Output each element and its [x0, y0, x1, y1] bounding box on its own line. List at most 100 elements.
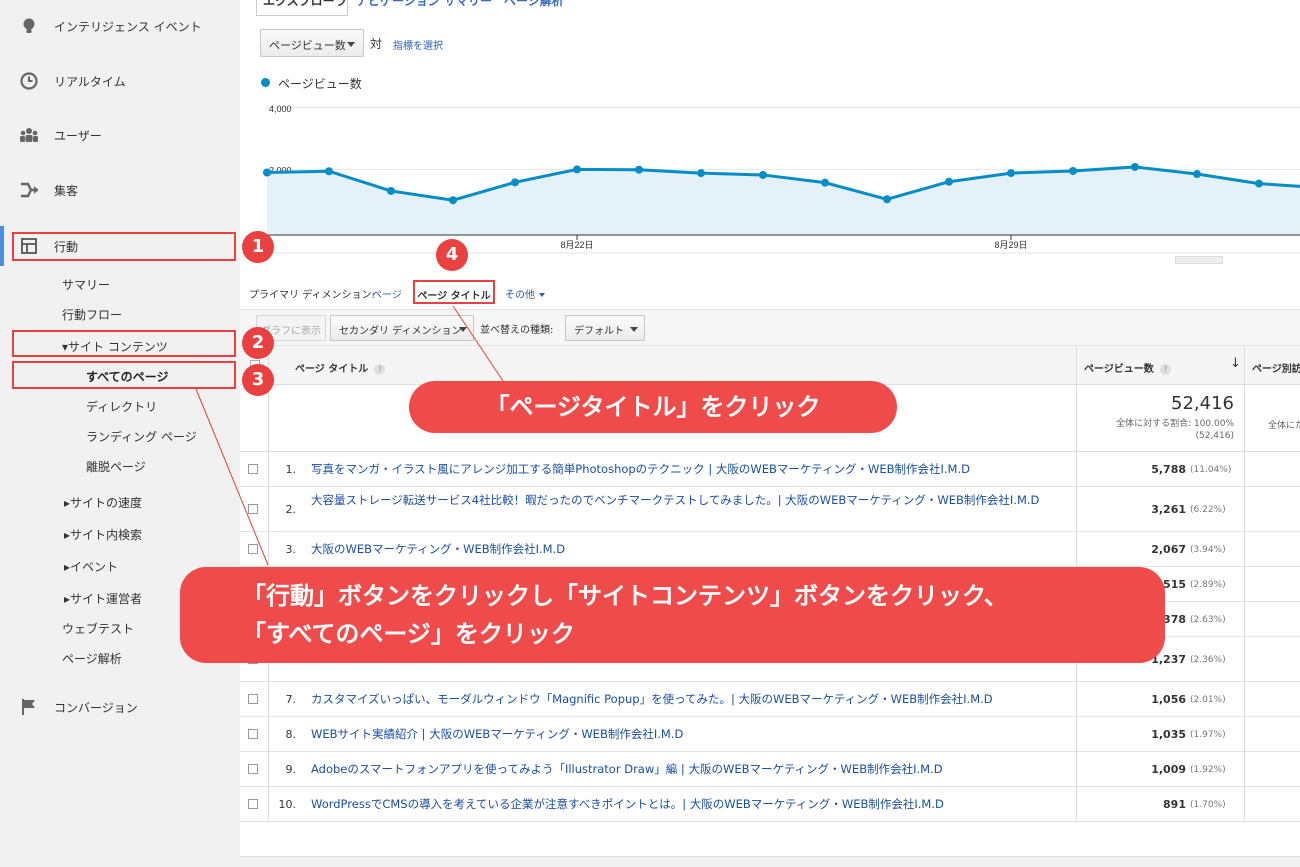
sort-descending-icon[interactable]: ↓: [1230, 356, 1241, 371]
row-page-title-link[interactable]: WordPressでCMSの導入を考えている企業が注意すべきポイントとは。| 大…: [311, 797, 1071, 812]
sidebar-item-users[interactable]: ユーザー: [0, 115, 240, 155]
row-page-title-link[interactable]: 大容量ストレージ転送サービス4社比較！暇だったのでベンチマークテストしてみました…: [311, 493, 1071, 508]
dimension-other-label: その他: [505, 290, 535, 301]
sidebar-item-label: コンバージョン: [54, 701, 138, 715]
chart-resize-handle[interactable]: [1175, 256, 1223, 264]
column-divider: [1244, 346, 1245, 822]
tab-navigation-summary[interactable]: ナビゲーション サマリー ページ解析: [356, 0, 564, 8]
table-row[interactable]: 8. WEBサイト実績紹介 | 大阪のWEBマーケティング・WEB制作会社I.M.…: [240, 717, 1300, 752]
pageviews-chart[interactable]: 4,0002,0008月22日 8月29日: [240, 95, 1300, 255]
sidebar-item-summary[interactable]: サマリー: [62, 276, 110, 293]
sidebar-item-intelligence[interactable]: インテリジェンス イベント: [0, 6, 240, 46]
column-header-label: ページビュー数: [1084, 364, 1154, 375]
data-point[interactable]: [263, 168, 271, 177]
sidebar-item-conversions[interactable]: コンバージョン: [0, 687, 240, 727]
horizontal-scrollbar[interactable]: [240, 856, 1300, 867]
row-checkbox[interactable]: [248, 693, 258, 704]
data-point[interactable]: [945, 177, 953, 186]
data-point[interactable]: [325, 167, 333, 176]
sidebar-item-exit-page[interactable]: 離脱ページ: [86, 458, 146, 475]
data-point[interactable]: [1193, 170, 1201, 179]
row-page-title-link[interactable]: 写真をマンガ・イラスト風にアレンジ加工する簡単Photoshopのテクニック |…: [311, 462, 1071, 477]
sidebar-item-page-analysis[interactable]: ページ解析: [62, 650, 122, 667]
clock-icon: [20, 72, 38, 90]
column-header-page-title[interactable]: ページ タイトル?: [295, 360, 386, 375]
sidebar-item-site-search[interactable]: ▸サイト内検索: [64, 526, 142, 543]
data-point[interactable]: [573, 165, 581, 174]
sidebar-item-publisher[interactable]: ▸サイト運営者: [64, 590, 142, 607]
sidebar-item-realtime[interactable]: リアルタイム: [0, 61, 240, 101]
row-pageviews: 5,788: [1151, 462, 1186, 476]
sort-type-label: 並べ替えの種類:: [480, 325, 554, 336]
row-checkbox[interactable]: [248, 763, 258, 774]
sidebar-item-events[interactable]: ▸イベント: [64, 558, 118, 575]
data-point[interactable]: [821, 178, 829, 187]
sidebar-item-label: ユーザー: [54, 129, 102, 143]
callout-main-instructions: 「行動」ボタンをクリックし「サイトコンテンツ」ボタンをクリック、 「すべてのペー…: [180, 567, 1165, 663]
sort-type-value: デフォルト: [574, 326, 624, 337]
vs-label: 対: [370, 37, 383, 51]
row-checkbox[interactable]: [248, 798, 258, 809]
row-pageviews-percent: (2.01%): [1190, 694, 1226, 705]
data-point[interactable]: [449, 196, 457, 205]
users-icon: [20, 128, 38, 142]
table-row[interactable]: 1. 写真をマンガ・イラスト風にアレンジ加工する簡単Photoshopのテクニック…: [240, 452, 1300, 487]
column-header-next[interactable]: ページ別訪: [1252, 360, 1300, 375]
help-icon[interactable]: ?: [374, 363, 386, 375]
secondary-dimension-select[interactable]: セカンダリ ディメンション: [330, 315, 474, 341]
data-point[interactable]: [697, 169, 705, 178]
row-pageviews: 2,067: [1151, 542, 1186, 556]
row-number: 8.: [285, 727, 297, 741]
main-content: エクスプローラ ナビゲーション サマリー ページ解析 ページビュー数 対 指標を…: [240, 0, 1300, 867]
highlight-behavior: [12, 232, 236, 261]
sidebar-item-site-speed[interactable]: ▸サイトの速度: [64, 494, 142, 511]
chevron-down-icon: [459, 327, 467, 332]
sort-type-select[interactable]: デフォルト: [565, 315, 645, 341]
step-badge-1: 1: [242, 231, 274, 263]
tab-explorer[interactable]: エクスプローラ: [256, 0, 348, 16]
data-point[interactable]: [883, 195, 891, 204]
sidebar-item-directory[interactable]: ディレクトリ: [86, 398, 157, 415]
data-point[interactable]: [1255, 179, 1263, 188]
column-header-pageviews[interactable]: ページビュー数?: [1084, 360, 1171, 375]
data-point[interactable]: [759, 170, 767, 179]
table-row[interactable]: 2. 大容量ストレージ転送サービス4社比較！暇だったのでベンチマークテストしてみま…: [240, 487, 1300, 532]
row-checkbox[interactable]: [248, 728, 258, 739]
row-page-title-link[interactable]: カスタマイズいっぱい、モーダルウィンドウ「Magnific Popup」を使って…: [311, 692, 1071, 707]
metric-select[interactable]: ページビュー数: [260, 29, 364, 57]
help-icon[interactable]: ?: [1159, 363, 1171, 375]
table-row[interactable]: 7. カスタマイズいっぱい、モーダルウィンドウ「Magnific Popup」を使…: [240, 682, 1300, 717]
table-row[interactable]: 9. Adobeのスマートフォンアプリを使ってみよう「Illustrator Dr…: [240, 752, 1300, 787]
data-point[interactable]: [1069, 166, 1077, 175]
total-absolute-text: (52,416): [1195, 431, 1234, 441]
dimension-page-title-button[interactable]: ページ タイトル: [413, 280, 495, 304]
data-point[interactable]: [387, 186, 395, 195]
data-point[interactable]: [1007, 169, 1015, 178]
sidebar-item-acquisition[interactable]: 集客: [0, 170, 240, 210]
sidebar-item-label: 集客: [54, 184, 79, 198]
data-point[interactable]: [635, 165, 643, 174]
row-page-title-link[interactable]: Adobeのスマートフォンアプリを使ってみよう「Illustrator Draw…: [311, 762, 1071, 777]
data-point[interactable]: [1131, 162, 1139, 171]
row-page-title-link[interactable]: 大阪のWEBマーケティング・WEB制作会社I.M.D: [311, 542, 1071, 557]
step-badge-4: 4: [436, 239, 468, 271]
row-pageviews: 1,009: [1151, 762, 1186, 776]
choose-metric-link[interactable]: 指標を選択: [393, 37, 443, 52]
column-header-label: ページ タイトル: [295, 364, 369, 375]
sidebar-item-landing-page[interactable]: ランディング ページ: [86, 428, 197, 445]
row-page-title-link[interactable]: WEBサイト実績紹介 | 大阪のWEBマーケティング・WEB制作会社I.M.D: [311, 727, 1071, 742]
row-checkbox[interactable]: [248, 463, 258, 474]
row-checkbox[interactable]: [248, 503, 258, 514]
dimension-other-dropdown[interactable]: その他: [505, 286, 545, 301]
table-row[interactable]: 10. WordPressでCMSの導入を考えている企業が注意すべきポイントとは。…: [240, 787, 1300, 822]
primary-dimension-label: プライマリ ディメンション:: [249, 290, 375, 301]
sidebar-item-behavior-flow[interactable]: 行動フロー: [62, 306, 122, 323]
total-percentage-text: 全体に対する割合: 100.00%: [1116, 419, 1234, 429]
metric-select-value: ページビュー数: [269, 39, 346, 52]
dimension-page-link[interactable]: ページ: [372, 286, 402, 301]
table-row[interactable]: 3. 大阪のWEBマーケティング・WEB制作会社I.M.D 2,067 (3.94%): [240, 532, 1300, 567]
row-pageviews: 3,261: [1151, 502, 1186, 516]
sidebar-item-web-test[interactable]: ウェブテスト: [62, 620, 134, 637]
data-point[interactable]: [511, 178, 519, 187]
row-checkbox[interactable]: [248, 543, 258, 554]
